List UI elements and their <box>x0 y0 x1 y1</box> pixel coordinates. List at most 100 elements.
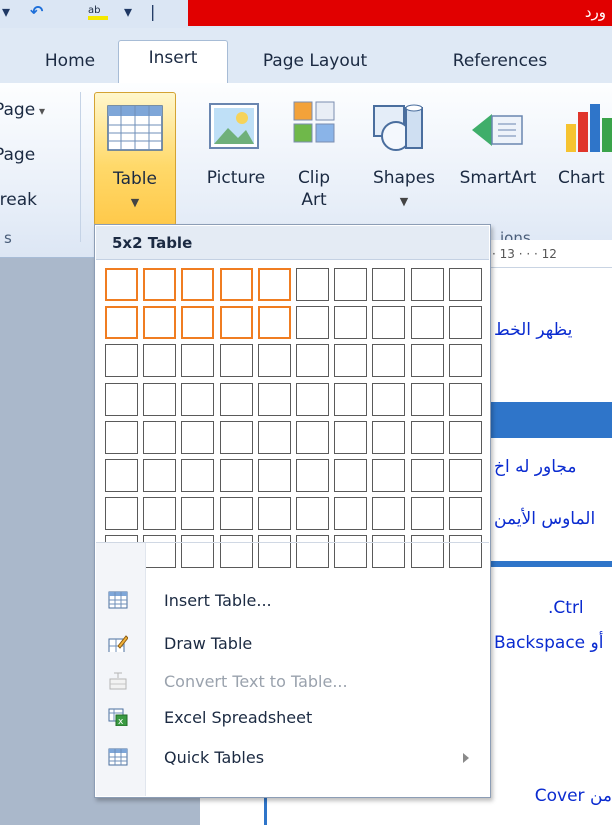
table-grid-cell[interactable] <box>257 535 291 569</box>
table-grid-cell[interactable] <box>334 420 368 454</box>
table-grid-cell[interactable] <box>372 344 406 378</box>
table-grid-cell[interactable] <box>410 459 444 492</box>
table-grid-cell[interactable] <box>219 535 253 569</box>
table-grid-cell[interactable] <box>219 268 253 301</box>
table-grid-cell[interactable] <box>296 268 329 301</box>
table-grid-cell[interactable] <box>143 497 177 531</box>
table-grid-cell[interactable] <box>334 306 368 340</box>
table-grid-cell[interactable] <box>410 497 444 531</box>
table-grid-cell[interactable] <box>181 535 215 569</box>
table-grid-cell[interactable] <box>448 420 482 454</box>
undo-icon[interactable]: ↶ <box>30 2 43 21</box>
table-grid-cell[interactable] <box>372 382 406 416</box>
table-grid-cell[interactable] <box>372 268 406 301</box>
table-grid-cell[interactable] <box>105 420 138 454</box>
table-grid-cell[interactable] <box>410 420 444 454</box>
table-grid-cell[interactable] <box>296 306 329 340</box>
table-grid-cell[interactable] <box>448 535 482 569</box>
table-grid-cell[interactable] <box>448 268 482 301</box>
table-grid-cell[interactable] <box>410 306 444 340</box>
table-grid-cell[interactable] <box>143 306 177 340</box>
table-grid-cell[interactable] <box>448 344 482 378</box>
blank-page-button[interactable]: Page <box>0 145 35 165</box>
table-grid-cell[interactable] <box>219 420 253 454</box>
table-grid-cell[interactable] <box>143 459 177 492</box>
table-grid-cell[interactable] <box>334 382 368 416</box>
table-grid-cell[interactable] <box>219 344 253 378</box>
table-grid-cell[interactable] <box>105 497 138 531</box>
table-grid-cell[interactable] <box>296 382 329 416</box>
chart-button[interactable]: Chart <box>554 92 612 222</box>
table-grid-cell[interactable] <box>143 420 177 454</box>
tab-insert[interactable]: Insert <box>118 40 228 84</box>
tab-references[interactable]: References <box>430 44 570 82</box>
table-grid-cell[interactable] <box>105 459 138 492</box>
table-grid-cell[interactable] <box>410 382 444 416</box>
table-grid-cell[interactable] <box>410 535 444 569</box>
table-grid-cell[interactable] <box>143 535 177 569</box>
table-grid-cell[interactable] <box>105 382 138 416</box>
quick-tables-menu-item[interactable]: Quick Tables <box>96 739 489 777</box>
spelling-icon[interactable]: ab <box>86 2 110 20</box>
table-grid-cell[interactable] <box>257 497 291 531</box>
table-grid-cell[interactable] <box>296 344 329 378</box>
tab-page-layout[interactable]: Page Layout <box>240 44 390 82</box>
table-grid-cell[interactable] <box>257 420 291 454</box>
horizontal-ruler[interactable]: · 13 · · · 12 <box>488 240 612 268</box>
table-grid-cell[interactable] <box>181 497 215 531</box>
table-grid-cell[interactable] <box>181 306 215 340</box>
table-grid-cell[interactable] <box>334 344 368 378</box>
shapes-button[interactable]: Shapes ▼ <box>364 92 444 222</box>
table-grid-cell[interactable] <box>448 459 482 492</box>
table-grid-cell[interactable] <box>257 459 291 492</box>
table-grid-cell[interactable] <box>181 268 215 301</box>
table-grid-cell[interactable] <box>181 344 215 378</box>
table-grid-cell[interactable] <box>257 344 291 378</box>
table-grid-cell[interactable] <box>296 497 329 531</box>
table-grid-cell[interactable] <box>410 268 444 301</box>
table-grid-cell[interactable] <box>296 535 329 569</box>
table-grid-cell[interactable] <box>372 420 406 454</box>
table-grid-cell[interactable] <box>372 497 406 531</box>
table-grid-cell[interactable] <box>143 344 177 378</box>
table-grid-cell[interactable] <box>105 306 138 340</box>
qat-dropdown-icon[interactable]: ▾ <box>124 2 132 21</box>
customize-arrow-icon[interactable]: ▾ <box>2 2 10 21</box>
table-grid-cell[interactable] <box>334 459 368 492</box>
table-grid-cell[interactable] <box>105 268 138 301</box>
picture-button[interactable]: Picture <box>196 92 276 222</box>
table-grid-cell[interactable] <box>372 535 406 569</box>
table-grid-cell[interactable] <box>219 382 253 416</box>
excel-spreadsheet-menu-item[interactable]: x Excel Spreadsheet <box>96 699 489 737</box>
table-grid-cell[interactable] <box>257 268 291 301</box>
table-grid-cell[interactable] <box>181 382 215 416</box>
table-grid-cell[interactable] <box>448 497 482 531</box>
table-grid-cell[interactable] <box>219 497 253 531</box>
table-grid-cell[interactable] <box>334 535 368 569</box>
table-grid-cell[interactable] <box>448 306 482 340</box>
table-grid-cell[interactable] <box>448 382 482 416</box>
table-grid-cell[interactable] <box>143 268 177 301</box>
cover-page-button[interactable]: Page ▾ <box>0 100 45 120</box>
smartart-button[interactable]: SmartArt <box>452 92 544 222</box>
page-break-button[interactable]: Break <box>0 190 37 210</box>
draw-table-menu-item[interactable]: Draw Table <box>96 625 489 663</box>
table-grid-cell[interactable] <box>334 268 368 301</box>
table-grid-cell[interactable] <box>334 497 368 531</box>
clip-art-button[interactable]: Clip Art <box>284 92 344 222</box>
tab-home[interactable]: Home <box>30 44 110 82</box>
table-grid-cell[interactable] <box>143 382 177 416</box>
table-grid-cell[interactable] <box>105 344 138 378</box>
table-grid-cell[interactable] <box>257 382 291 416</box>
table-grid-cell[interactable] <box>219 459 253 492</box>
table-grid-cell[interactable] <box>372 459 406 492</box>
table-grid-cell[interactable] <box>181 459 215 492</box>
table-button[interactable]: Table ▼ <box>94 92 176 226</box>
table-grid-cell[interactable] <box>410 344 444 378</box>
table-grid-cell[interactable] <box>296 420 329 454</box>
table-grid-cell[interactable] <box>219 306 253 340</box>
insert-table-menu-item[interactable]: Insert Table... <box>96 582 489 620</box>
table-grid-cell[interactable] <box>372 306 406 340</box>
table-grid-cell[interactable] <box>181 420 215 454</box>
table-grid-cell[interactable] <box>257 306 291 340</box>
